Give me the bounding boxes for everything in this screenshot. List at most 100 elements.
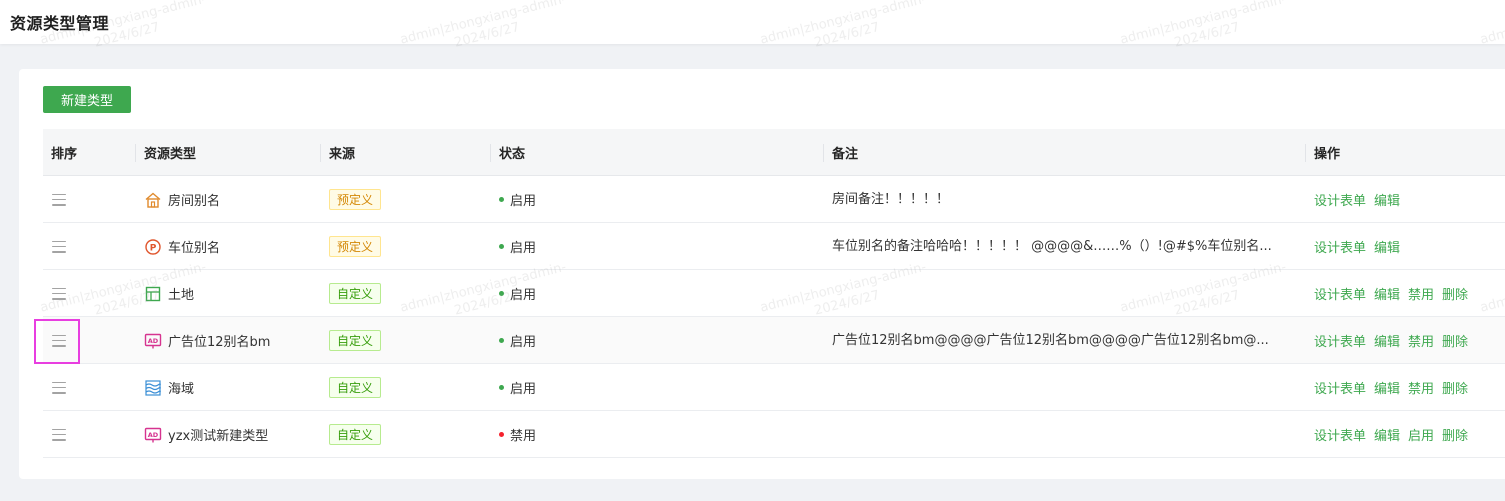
drag-handle-icon[interactable] bbox=[52, 334, 66, 347]
row-action-link[interactable]: 删除 bbox=[1442, 425, 1468, 444]
actions-cell: 设计表单 编辑 禁用 删除 bbox=[1314, 317, 1476, 364]
row-action-link[interactable]: 设计表单 bbox=[1314, 331, 1366, 350]
col-type: 资源类型 bbox=[135, 129, 320, 176]
actions-cell: 设计表单 编辑 禁用 删除 bbox=[1314, 364, 1476, 411]
status-text: 启用 bbox=[510, 288, 537, 303]
table-header: 排序 资源类型 来源 状态 备注 操作 bbox=[43, 129, 1505, 176]
drag-handle-icon[interactable] bbox=[52, 240, 66, 253]
col-separator bbox=[320, 144, 321, 162]
status-cell: 启用 bbox=[499, 317, 536, 364]
type-name: 房间别名 bbox=[168, 194, 221, 209]
row-action-link[interactable]: 删除 bbox=[1442, 378, 1468, 397]
type-cell: AD yzx测试新建类型 bbox=[144, 411, 268, 458]
row-action-link[interactable]: 设计表单 bbox=[1314, 284, 1366, 303]
status-text: 禁用 bbox=[510, 429, 537, 444]
svg-text:P: P bbox=[150, 243, 157, 253]
col-sort: 排序 bbox=[51, 147, 78, 162]
source-cell: 自定义 bbox=[329, 317, 382, 364]
status-cell: 启用 bbox=[499, 223, 536, 270]
row-action-link[interactable]: 禁用 bbox=[1408, 378, 1434, 397]
type-cell: 海域 bbox=[144, 364, 194, 411]
col-type-label: 资源类型 bbox=[144, 147, 197, 162]
sea-icon bbox=[144, 379, 162, 397]
table-row: 土地 自定义 启用 设计表单 编辑 禁用 删除 bbox=[43, 270, 1505, 317]
type-cell: P 车位别名 bbox=[144, 223, 220, 270]
row-action-link[interactable]: 设计表单 bbox=[1314, 237, 1366, 256]
remark-cell bbox=[832, 411, 1300, 458]
row-action-link[interactable]: 编辑 bbox=[1374, 284, 1400, 303]
sort-cell bbox=[52, 317, 66, 364]
type-name: 广告位12别名bm bbox=[168, 335, 271, 350]
row-action-link[interactable]: 编辑 bbox=[1374, 331, 1400, 350]
top-bar: 资源类型管理 bbox=[0, 0, 1505, 44]
svg-text:AD: AD bbox=[148, 431, 159, 439]
actions-cell: 设计表单 编辑 禁用 删除 bbox=[1314, 270, 1476, 317]
status-dot-icon bbox=[499, 385, 504, 390]
svg-text:AD: AD bbox=[148, 337, 159, 345]
remark-cell: 车位别名的备注哈哈哈！！！！！ @@@@&……%（）!@#$%车位别名... bbox=[832, 223, 1300, 270]
sort-cell bbox=[52, 176, 66, 223]
status-dot-icon bbox=[499, 338, 504, 343]
row-action-link[interactable]: 编辑 bbox=[1374, 190, 1400, 209]
row-action-link[interactable]: 编辑 bbox=[1374, 425, 1400, 444]
house-icon bbox=[144, 191, 162, 209]
row-action-link[interactable]: 启用 bbox=[1408, 425, 1434, 444]
source-cell: 预定义 bbox=[329, 223, 382, 270]
table-row: P 车位别名 预定义 启用 车位别名的备注哈哈哈！！！！！ @@@@&……%（）!@#$… bbox=[43, 223, 1505, 270]
type-name: 车位别名 bbox=[168, 241, 221, 256]
table-row: AD yzx测试新建类型 自定义 禁用 设计表单 编辑 启用 删除 bbox=[43, 411, 1505, 458]
col-separator bbox=[1305, 144, 1306, 162]
source-cell: 自定义 bbox=[329, 411, 382, 458]
col-source: 来源 bbox=[320, 129, 490, 176]
col-status: 状态 bbox=[490, 129, 823, 176]
col-source-label: 来源 bbox=[329, 147, 356, 162]
drag-handle-icon[interactable] bbox=[52, 428, 66, 441]
drag-handle-icon[interactable] bbox=[52, 193, 66, 206]
row-action-link[interactable]: 编辑 bbox=[1374, 237, 1400, 256]
col-remark: 备注 bbox=[823, 129, 1305, 176]
drag-handle-icon[interactable] bbox=[52, 287, 66, 300]
type-cell: 房间别名 bbox=[144, 176, 220, 223]
remark-cell: 房间备注！！！！！ bbox=[832, 176, 1300, 223]
row-action-link[interactable]: 设计表单 bbox=[1314, 378, 1366, 397]
type-cell: AD 广告位12别名bm bbox=[144, 317, 270, 364]
status-text: 启用 bbox=[510, 382, 537, 397]
row-action-link[interactable]: 设计表单 bbox=[1314, 190, 1366, 209]
status-dot-icon bbox=[499, 197, 504, 202]
status-cell: 启用 bbox=[499, 270, 536, 317]
col-separator bbox=[823, 144, 824, 162]
actions-cell: 设计表单 编辑 bbox=[1314, 176, 1408, 223]
row-action-link[interactable]: 禁用 bbox=[1408, 284, 1434, 303]
col-separator bbox=[490, 144, 491, 162]
col-separator bbox=[135, 144, 136, 162]
ad-icon: AD bbox=[144, 332, 162, 350]
source-tag: 预定义 bbox=[329, 236, 382, 257]
status-text: 启用 bbox=[510, 241, 537, 256]
remark-text: 车位别名的备注哈哈哈！！！！！ @@@@&……%（）!@#$%车位别名... bbox=[832, 239, 1272, 254]
source-tag: 自定义 bbox=[329, 283, 382, 304]
status-cell: 启用 bbox=[499, 176, 536, 223]
actions-cell: 设计表单 编辑 启用 删除 bbox=[1314, 411, 1476, 458]
row-action-link[interactable]: 禁用 bbox=[1408, 331, 1434, 350]
table-row: AD 广告位12别名bm 自定义 启用 广告位12别名bm@@@@广告位12别名bm@@… bbox=[43, 317, 1505, 364]
remark-text: 广告位12别名bm@@@@广告位12别名bm@@@@广告位12别名bm@... bbox=[832, 333, 1269, 348]
row-action-link[interactable]: 设计表单 bbox=[1314, 425, 1366, 444]
status-cell: 禁用 bbox=[499, 411, 536, 458]
resource-type-table: 排序 资源类型 来源 状态 备注 操作 房间别名 预定义 启用 房间备注！！！！… bbox=[43, 129, 1505, 458]
table-body: 房间别名 预定义 启用 房间备注！！！！！ 设计表单 编辑 P 车位别名 预定义 启用 车位别名的备… bbox=[43, 176, 1505, 458]
table-row: 房间别名 预定义 启用 房间备注！！！！！ 设计表单 编辑 bbox=[43, 176, 1505, 223]
col-remark-label: 备注 bbox=[832, 147, 859, 162]
row-action-link[interactable]: 删除 bbox=[1442, 331, 1468, 350]
row-action-link[interactable]: 删除 bbox=[1442, 284, 1468, 303]
parking-icon: P bbox=[144, 238, 162, 256]
remark-cell bbox=[832, 364, 1300, 411]
land-icon bbox=[144, 285, 162, 303]
col-actions: 操作 bbox=[1305, 129, 1505, 176]
source-tag: 自定义 bbox=[329, 424, 382, 445]
remark-text: 房间备注！！！！！ bbox=[832, 192, 950, 207]
source-cell: 自定义 bbox=[329, 270, 382, 317]
drag-handle-icon[interactable] bbox=[52, 381, 66, 394]
page-title: 资源类型管理 bbox=[10, 14, 110, 33]
row-action-link[interactable]: 编辑 bbox=[1374, 378, 1400, 397]
new-type-button[interactable]: 新建类型 bbox=[43, 86, 131, 113]
